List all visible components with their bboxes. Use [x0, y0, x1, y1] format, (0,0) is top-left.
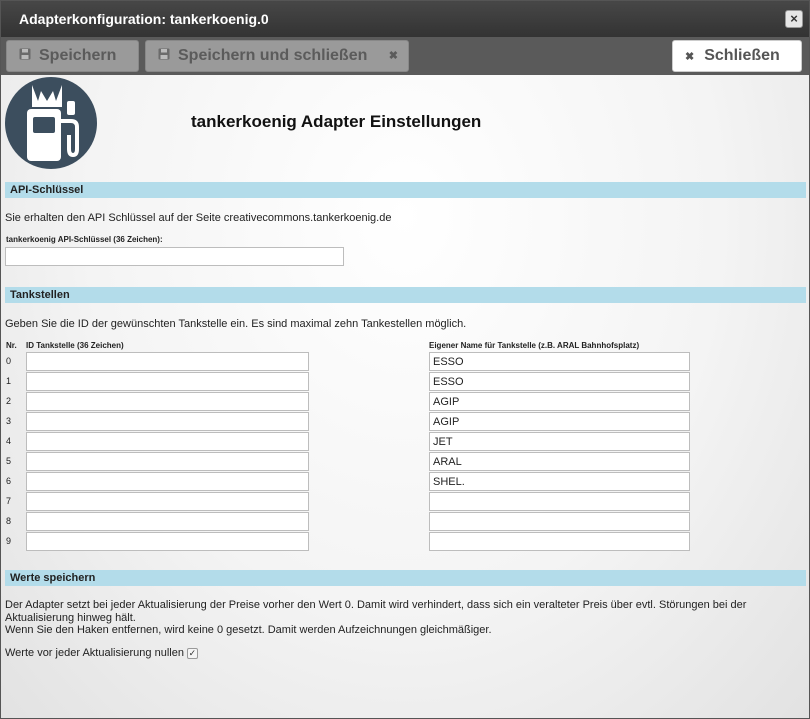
station-nr: 6 [6, 476, 12, 486]
col-id-header: ID Tankstelle (36 Zeichen) [26, 341, 124, 350]
section-stations: Tankstellen [5, 287, 806, 303]
station-nr: 7 [6, 496, 12, 506]
station-id-input[interactable] [26, 372, 309, 391]
station-id-input[interactable] [26, 352, 309, 371]
title-bar: Adapterkonfiguration: tankerkoenig.0 × [1, 1, 809, 37]
station-id-input[interactable] [26, 452, 309, 471]
page-heading: tankerkoenig Adapter Einstellungen [191, 112, 482, 131]
station-id-input[interactable] [26, 512, 309, 531]
station-name-input[interactable] [429, 432, 690, 451]
station-nr: 0 [6, 356, 12, 366]
station-nr: 9 [6, 536, 12, 546]
station-nr: 5 [6, 456, 12, 466]
api-info-text: Sie erhalten den API Schlüssel auf der S… [5, 212, 392, 224]
station-id-input[interactable] [26, 392, 309, 411]
api-key-label: tankerkoenig API-Schlüssel (36 Zeichen): [6, 235, 163, 244]
station-name-input[interactable] [429, 372, 690, 391]
save-and-close-label: Speichern und schließen [178, 47, 368, 64]
floppy-disk-icon [158, 41, 170, 71]
tankerkoenig-logo [5, 77, 97, 169]
reset-checkbox-label: Werte vor jeder Aktualisierung nullen [5, 647, 184, 659]
save-button[interactable]: Speichern [6, 40, 139, 72]
col-nr-header: Nr. [6, 341, 17, 350]
close-button[interactable]: ✖ Schließen [672, 40, 802, 72]
window-title: Adapterkonfiguration: tankerkoenig.0 [19, 11, 269, 27]
station-nr: 1 [6, 376, 12, 386]
stations-info-text: Geben Sie die ID der gewünschten Tankste… [5, 318, 467, 330]
reset-info-text: Der Adapter setzt bei jeder Aktualisieru… [5, 599, 747, 624]
save-label: Speichern [39, 47, 117, 64]
col-name-header: Eigener Name für Tankstelle (z.B. ARAL B… [429, 341, 640, 350]
station-nr: 4 [6, 436, 12, 446]
save-and-close-button[interactable]: Speichern und schließen ✖ [145, 40, 409, 72]
close-x-icon: ✖ [388, 50, 398, 62]
reset-checkbox-row: Werte vor jeder Aktualisierung nullen ✓ [5, 647, 198, 659]
close-x-icon: ✖ [685, 51, 695, 63]
reset-info-text-2: Wenn Sie den Haken entfernen, wird keine… [5, 624, 492, 636]
station-id-input[interactable] [26, 492, 309, 511]
station-nr: 8 [6, 516, 12, 526]
station-name-input[interactable] [429, 352, 690, 371]
toolbar: Speichern Speichern und schließen ✖ ✖ Sch… [1, 37, 809, 75]
station-name-input[interactable] [429, 492, 690, 511]
station-name-input[interactable] [429, 472, 690, 491]
station-name-input[interactable] [429, 512, 690, 531]
section-api-key: API-Schlüssel [5, 182, 806, 198]
close-label: Schließen [704, 47, 780, 64]
station-name-input[interactable] [429, 392, 690, 411]
station-id-input[interactable] [26, 412, 309, 431]
station-id-input[interactable] [26, 532, 309, 551]
station-name-input[interactable] [429, 452, 690, 471]
api-key-input[interactable] [5, 247, 344, 266]
station-name-input[interactable] [429, 532, 690, 551]
station-nr: 3 [6, 416, 12, 426]
floppy-disk-icon [19, 41, 31, 71]
station-name-input[interactable] [429, 412, 690, 431]
close-icon[interactable]: × [785, 10, 803, 28]
reset-checkbox[interactable]: ✓ [186, 647, 198, 659]
section-save-values: Werte speichern [5, 570, 806, 586]
station-id-input[interactable] [26, 472, 309, 491]
station-id-input[interactable] [26, 432, 309, 451]
adapter-config-dialog: Adapterkonfiguration: tankerkoenig.0 × S… [0, 0, 810, 719]
station-nr: 2 [6, 396, 12, 406]
